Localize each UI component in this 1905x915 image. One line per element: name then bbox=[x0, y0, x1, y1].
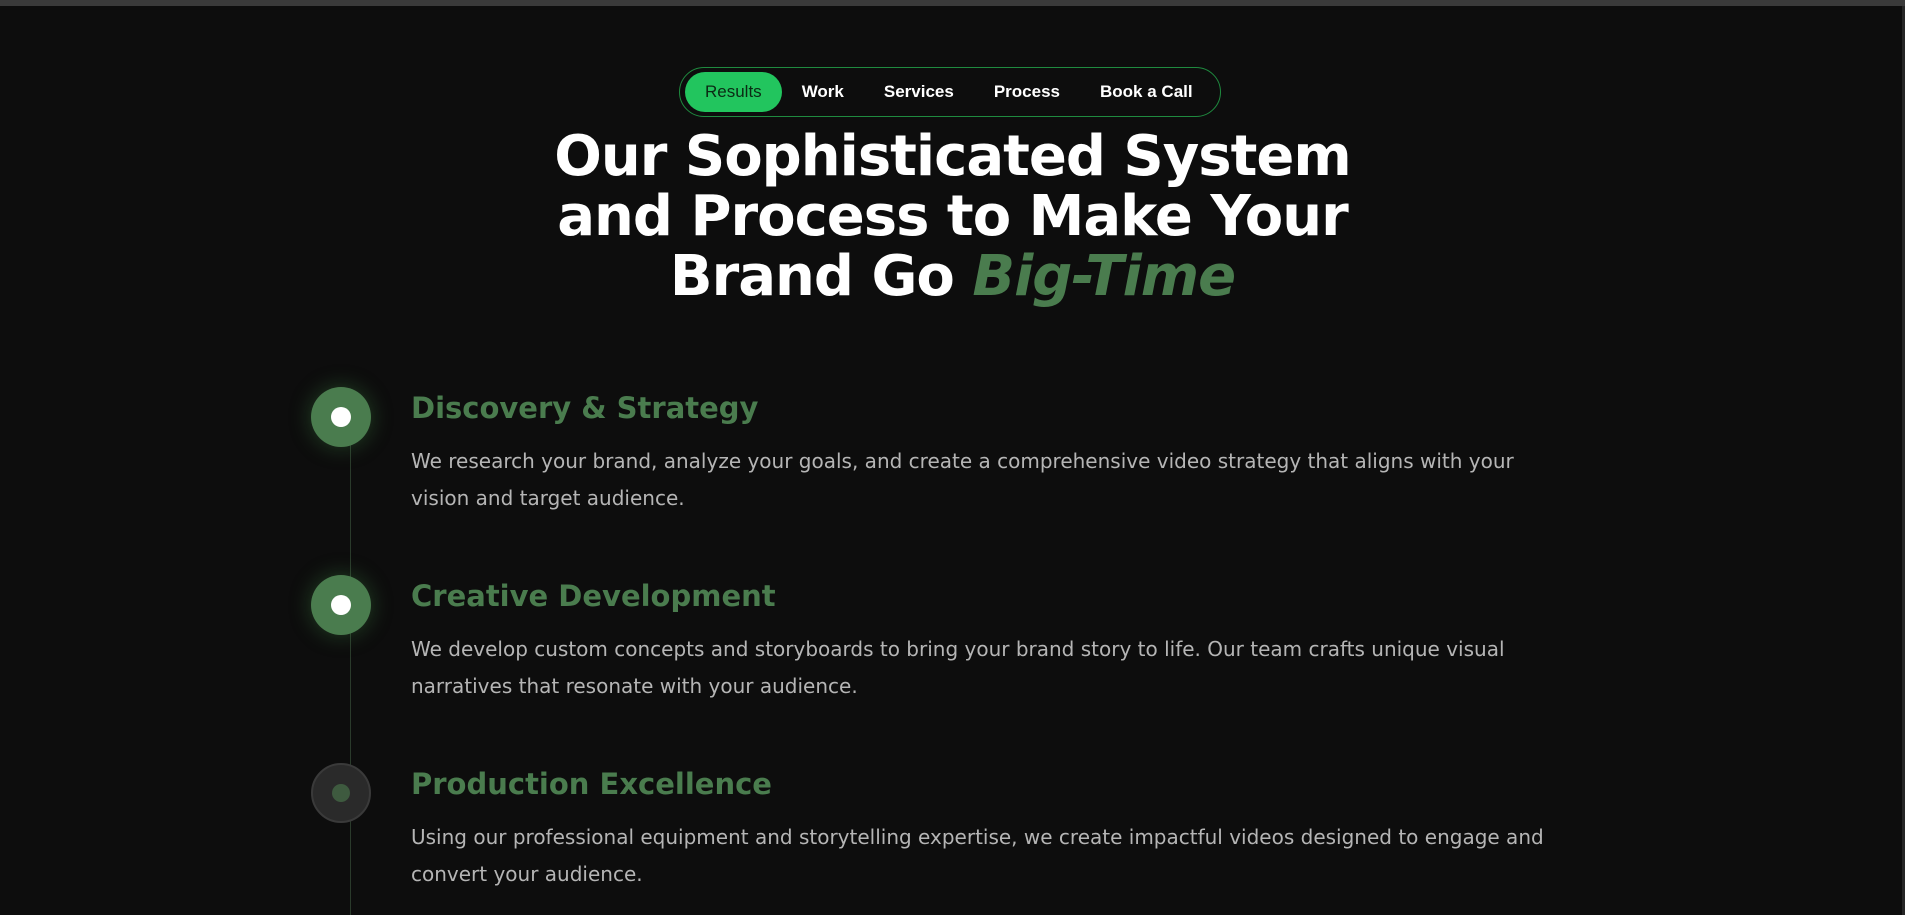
nav-item-work[interactable]: Work bbox=[782, 72, 864, 112]
step-title: Production Excellence bbox=[411, 767, 772, 801]
nav-item-process[interactable]: Process bbox=[974, 72, 1080, 112]
nav-item-services[interactable]: Services bbox=[864, 72, 974, 112]
timeline-line bbox=[350, 440, 351, 915]
step-description: We research your brand, analyze your goa… bbox=[411, 449, 1514, 510]
headline-line-2: and Process to Make Your bbox=[557, 184, 1349, 249]
step-description: We develop custom concepts and storyboar… bbox=[411, 637, 1505, 698]
page-headline: Our Sophisticated System and Process to … bbox=[0, 127, 1905, 307]
headline-accent: Big-Time bbox=[972, 244, 1236, 309]
timeline-dot-center bbox=[331, 595, 351, 615]
step-title: Discovery & Strategy bbox=[411, 391, 759, 425]
headline-line-3-prefix: Brand Go bbox=[669, 244, 973, 309]
headline-line-1: Our Sophisticated System bbox=[554, 124, 1351, 189]
timeline-dot-center bbox=[332, 784, 350, 802]
timeline-dot-active bbox=[311, 387, 371, 447]
nav-item-results[interactable]: Results bbox=[685, 72, 782, 112]
browser-top-edge bbox=[0, 0, 1905, 6]
timeline-dot-inactive bbox=[311, 763, 371, 823]
timeline-dot-center bbox=[331, 407, 351, 427]
step-description: Using our professional equipment and sto… bbox=[411, 825, 1544, 886]
timeline-dot-active bbox=[311, 575, 371, 635]
nav-pill: Results Work Services Process Book a Cal… bbox=[679, 67, 1221, 117]
nav-item-book-a-call[interactable]: Book a Call bbox=[1080, 72, 1213, 112]
step-title: Creative Development bbox=[411, 579, 776, 613]
